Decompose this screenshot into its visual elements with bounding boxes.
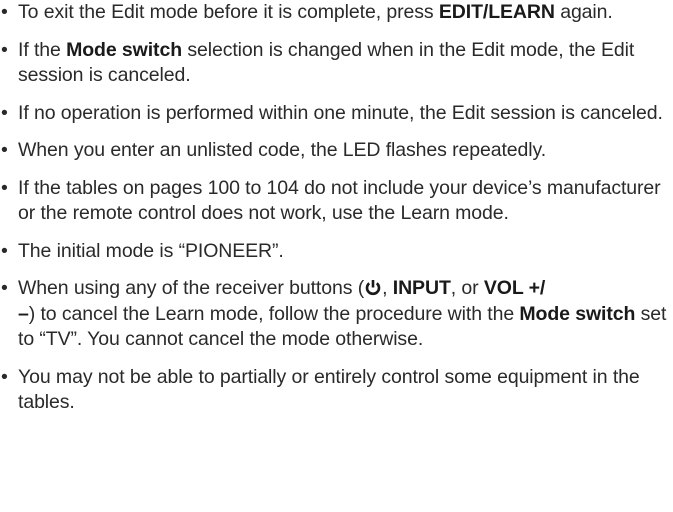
note-text: To exit the Edit mode before it is compl…: [18, 1, 439, 23]
bullet-marker: •: [1, 101, 8, 124]
note-text: If the tables on pages 100 to 104 do not…: [18, 176, 661, 225]
note-item-mode-switch-changed: • If the Mode switch selection is changed…: [0, 38, 673, 89]
note-text: If no operation is performed within one …: [18, 101, 663, 124]
bullet-marker: •: [1, 176, 8, 199]
note-text: If the: [18, 38, 67, 61]
emphasis-term: Mode switch: [66, 38, 183, 61]
note-text: , or: [450, 277, 484, 299]
power-icon: [365, 278, 381, 296]
emphasis-term: INPUT: [392, 277, 451, 299]
note-text: again.: [554, 1, 613, 23]
note-text: ,: [382, 277, 393, 299]
bullet-marker: •: [1, 277, 8, 299]
note-item-one-minute-timeout: • If no operation is performed within one…: [0, 101, 673, 127]
bullet-marker: •: [1, 139, 8, 161]
note-item-initial-mode: • The initial mode is “PIONEER”.: [0, 239, 673, 265]
note-item-unlisted-code: • When you enter an unlisted code, the LE…: [0, 138, 673, 164]
note-text: The initial mode is “PIONEER”.: [18, 239, 284, 262]
note-text: ) to cancel the Learn mode, follow the p…: [28, 302, 520, 325]
note-text: When using any of the receiver buttons (: [18, 277, 365, 299]
bullet-marker: •: [1, 1, 8, 23]
emphasis-term: EDIT/LEARN: [438, 1, 555, 23]
bullet-marker: •: [1, 239, 8, 262]
note-text: You may not be able to partially or enti…: [18, 365, 640, 414]
note-text: When you enter an unlisted code, the LED…: [18, 139, 547, 161]
note-item-exit-edit: • To exit the Edit mode before it is comp…: [0, 0, 673, 26]
bullet-marker: •: [1, 38, 8, 61]
note-item-use-learn-mode: • If the tables on pages 100 to 104 do no…: [0, 176, 673, 227]
note-item-cancel-learn-mode: • When using any of the receiver buttons …: [0, 276, 673, 353]
notes-document: • To exit the Edit mode before it is comp…: [0, 0, 673, 428]
bullet-marker: •: [1, 365, 8, 388]
note-item-partial-control: • You may not be able to partially or ent…: [0, 365, 673, 416]
emphasis-term: Mode switch: [519, 302, 636, 325]
notes-bullet-list: • To exit the Edit mode before it is comp…: [0, 0, 673, 416]
